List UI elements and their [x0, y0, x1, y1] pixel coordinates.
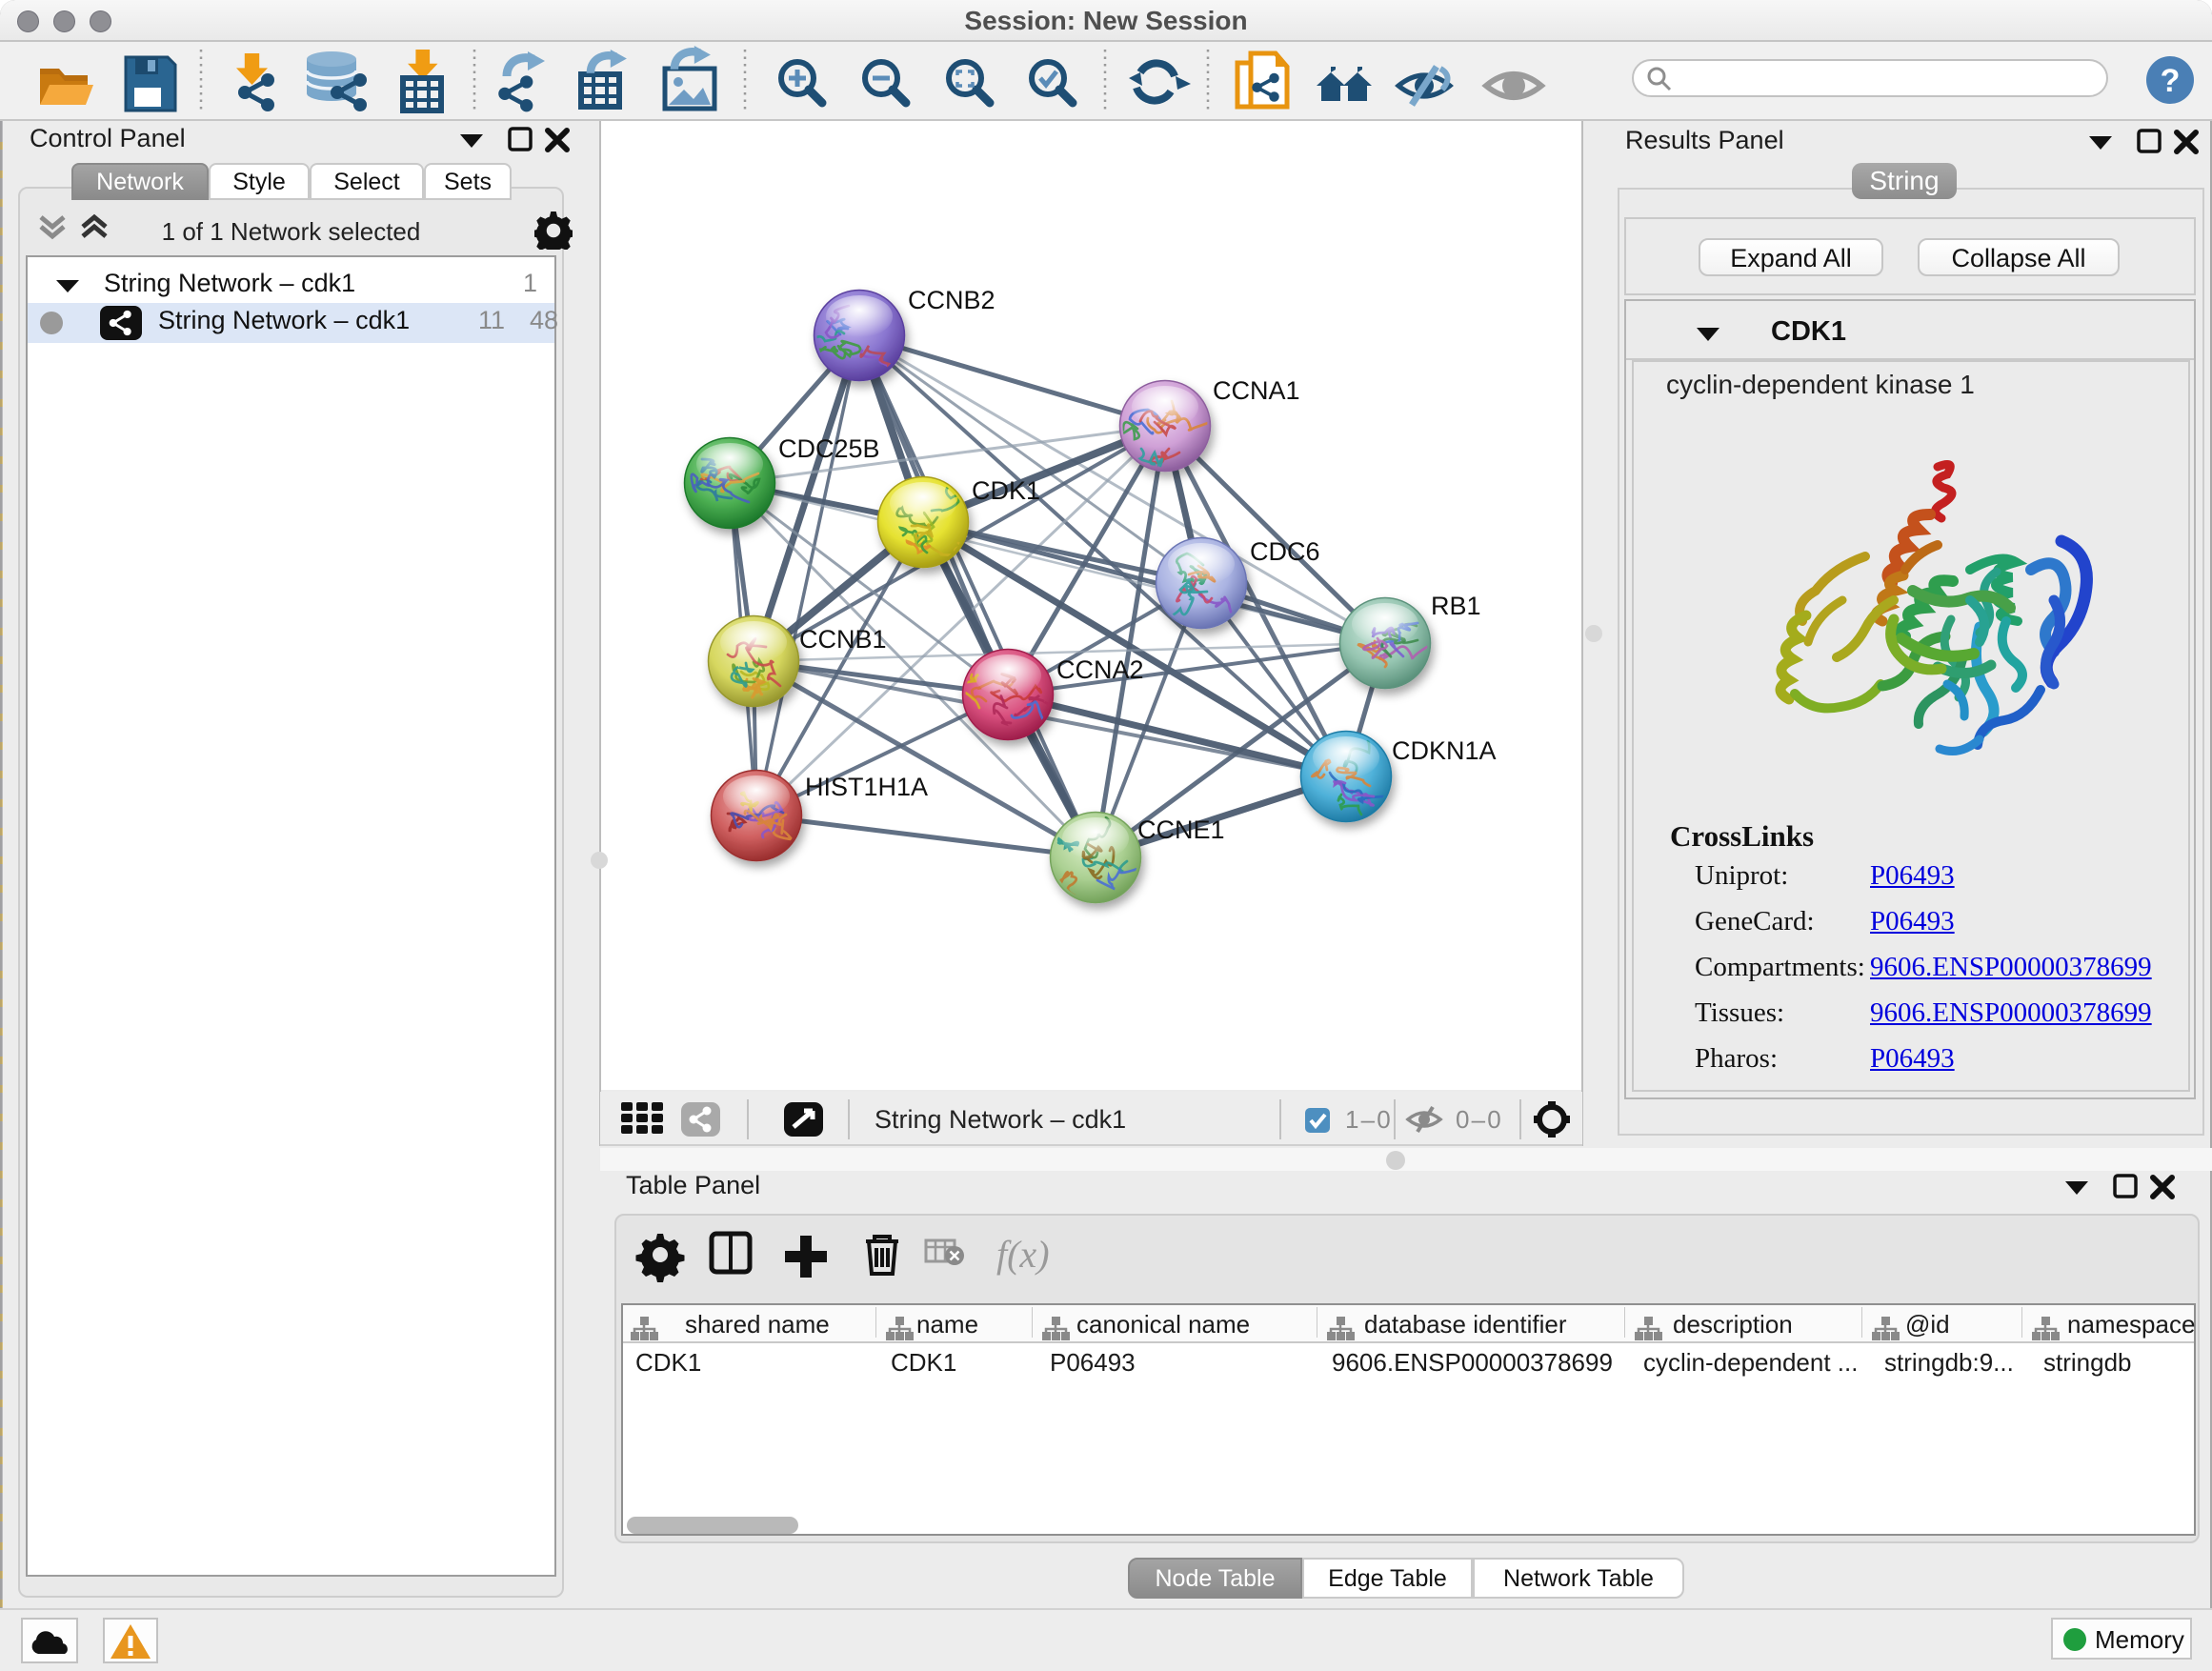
svg-text:CDKN1A: CDKN1A [1392, 736, 1497, 765]
svg-text:CCNE1: CCNE1 [1137, 815, 1225, 844]
svg-text:String Network – cdk1: String Network – cdk1 [875, 1105, 1126, 1134]
svg-text:CDC25B: CDC25B [778, 434, 880, 463]
svg-text:HIST1H1A: HIST1H1A [805, 773, 928, 801]
svg-text:CDC6: CDC6 [1250, 537, 1320, 566]
svg-text:1 – 0: 1 – 0 [1345, 1105, 1391, 1134]
svg-text:CCNA1: CCNA1 [1213, 376, 1300, 405]
svg-text:CDK1: CDK1 [972, 476, 1040, 505]
svg-text:f(x): f(x) [996, 1233, 1050, 1276]
svg-text:CCNA2: CCNA2 [1056, 655, 1144, 684]
svg-text:?: ? [2161, 63, 2181, 99]
svg-text:0 – 0: 0 – 0 [1456, 1105, 1501, 1134]
svg-text:CCNB1: CCNB1 [799, 625, 887, 654]
svg-text:CCNB2: CCNB2 [908, 286, 995, 314]
svg-text:RB1: RB1 [1431, 592, 1481, 620]
